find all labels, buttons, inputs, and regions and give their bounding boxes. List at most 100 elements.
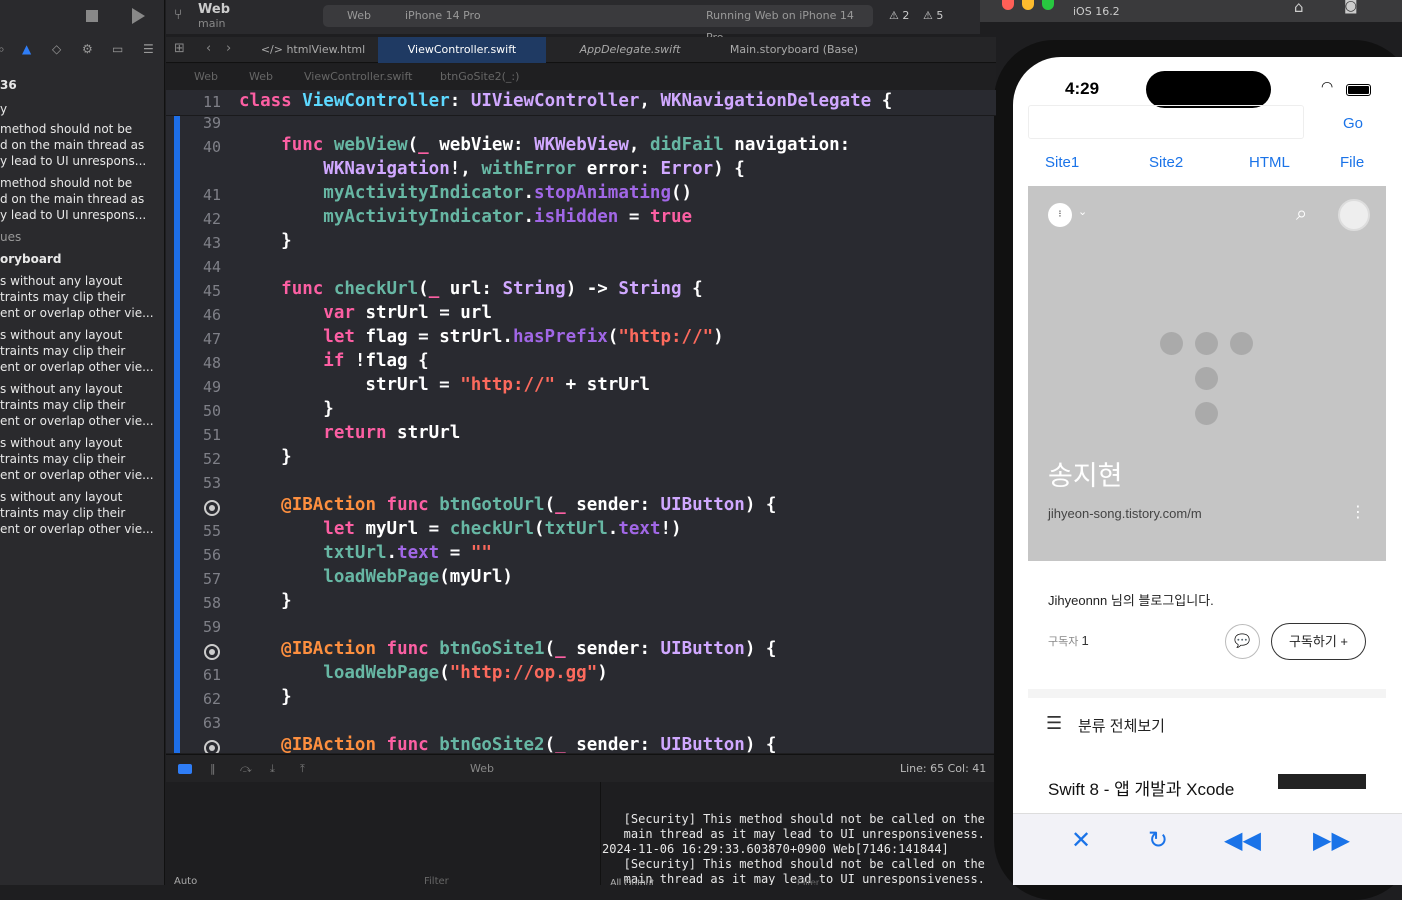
issue-item[interactable]: oryboard: [0, 251, 164, 267]
line-number: 40: [202, 138, 221, 156]
avatar[interactable]: [1338, 199, 1370, 231]
grid-icon[interactable]: ⊞: [174, 41, 185, 56]
step-over-icon[interactable]: ⤼: [240, 755, 252, 783]
tab-htmlview[interactable]: </> htmlView.html: [248, 37, 378, 63]
home-icon[interactable]: ⌂: [1294, 0, 1304, 16]
line-number: 53: [202, 474, 221, 492]
stop-icon[interactable]: ✕: [1071, 826, 1091, 854]
test-icon[interactable]: ◇: [52, 42, 61, 56]
breakpoint-marker[interactable]: [204, 644, 220, 660]
close-button[interactable]: [1002, 0, 1014, 10]
post-thumbnail[interactable]: [1278, 774, 1366, 789]
output-selector[interactable]: All Output: [610, 876, 654, 885]
screenshot-icon[interactable]: ◙: [1344, 0, 1358, 14]
debug-toggle-icon[interactable]: [178, 764, 192, 774]
step-in-icon[interactable]: ⤓: [270, 755, 275, 783]
step-out-icon[interactable]: ⤒: [300, 755, 305, 783]
issue-item[interactable]: y: [0, 101, 164, 117]
dynamic-island: [1146, 71, 1271, 108]
issue-item[interactable]: method should not be d on the main thread…: [0, 175, 164, 223]
scheme-selector[interactable]: Web iPhone 14 Pro Running Web on iPhone …: [323, 5, 873, 44]
breadcrumb-file[interactable]: ViewController.swift: [304, 64, 412, 90]
tab-viewcontroller[interactable]: ViewController.swift: [378, 37, 546, 63]
line-number: 50: [202, 402, 221, 420]
line-number: 41: [202, 186, 221, 204]
breakpoint-marker[interactable]: [204, 740, 220, 753]
comment-icon[interactable]: 💬: [1225, 624, 1260, 659]
issue-text: ent or overlap other vie...: [0, 360, 154, 374]
issue-text: d on the main thread as: [0, 192, 145, 206]
tab-label: </> htmlView.html: [260, 43, 366, 56]
issue-navigator: ⌕ ▲ ◇ ⚙ ▭ ☰ 36 y method should not be d on …: [0, 0, 165, 885]
simulator-titlebar: iOS 16.2 ⌂ ◙: [980, 0, 1402, 22]
run-icon[interactable]: [132, 8, 145, 24]
blog-url[interactable]: jihyeon-song.tistory.com/m: [1048, 506, 1202, 521]
issue-item[interactable]: s without any layout traints may clip the…: [0, 273, 164, 321]
error-count[interactable]: ⚠ 5: [923, 9, 943, 22]
warning-count[interactable]: ⚠ 2: [889, 9, 909, 22]
site2-button[interactable]: Site2: [1149, 154, 1183, 171]
html-button[interactable]: HTML: [1249, 154, 1290, 171]
tab-appdelegate[interactable]: AppDelegate.swift: [546, 37, 714, 63]
line-number: 57: [202, 570, 221, 588]
console-filter[interactable]: Filter: [797, 876, 819, 885]
issue-item[interactable]: s without any layout traints may clip the…: [0, 381, 164, 429]
fast-forward-icon[interactable]: ▶▶: [1313, 826, 1350, 854]
issue-text: ent or overlap other vie...: [0, 522, 154, 536]
issue-text: ues: [0, 230, 22, 244]
search-icon[interactable]: ⌕: [0, 42, 5, 57]
menu-icon[interactable]: ⁝: [1048, 203, 1072, 227]
line-number: 51: [202, 426, 221, 444]
scheme-target[interactable]: Web: [347, 5, 371, 27]
zoom-button[interactable]: [1042, 0, 1054, 10]
forward-icon[interactable]: ›: [226, 41, 231, 56]
report-icon[interactable]: ☰: [143, 42, 154, 56]
auto-selector[interactable]: Auto: [174, 876, 197, 887]
tab-storyboard[interactable]: Main.storyboard (Base): [714, 37, 874, 63]
search-icon[interactable]: ⌕: [1296, 201, 1307, 225]
code-line: }: [239, 399, 334, 419]
issue-text: ent or overlap other vie...: [0, 468, 154, 482]
line-number: 55: [202, 522, 221, 540]
category-link[interactable]: 분류 전체보기: [1078, 715, 1165, 736]
warning-count-value: 2: [902, 9, 910, 22]
breakpoint-icon[interactable]: ▭: [112, 42, 123, 56]
issue-item[interactable]: method should not be d on the main thread…: [0, 121, 164, 169]
breakpoint-marker[interactable]: [204, 500, 220, 516]
code-line: myActivityIndicator.isHidden = true: [323, 207, 693, 227]
url-input[interactable]: [1028, 105, 1304, 139]
subscribe-button[interactable]: 구독하기 +: [1271, 623, 1366, 660]
variables-view: Auto Filter: [166, 782, 601, 887]
more-icon[interactable]: ⋮: [1350, 502, 1366, 521]
battery-icon: [1346, 84, 1371, 96]
issue-item[interactable]: ues: [0, 229, 164, 245]
post-title[interactable]: Swift 8 - 앱 개발과 Xcode: [1048, 775, 1234, 800]
variables-filter[interactable]: Filter: [424, 876, 449, 887]
code-line: @IBAction func btnGoSite2(_ sender: UIBu…: [281, 735, 777, 753]
back-icon[interactable]: ‹: [206, 41, 211, 56]
breadcrumb-project[interactable]: Web: [194, 64, 218, 90]
code-line: myActivityIndicator.stopAnimating(): [323, 183, 693, 203]
breadcrumb-symbol[interactable]: btnGoSite2(_:): [440, 64, 519, 90]
issue-item[interactable]: s without any layout traints may clip the…: [0, 327, 164, 375]
go-button[interactable]: Go: [1343, 115, 1363, 132]
code-editor[interactable]: 11 class ViewController: UIViewController…: [166, 90, 996, 753]
code-line: if !flag {: [323, 351, 429, 371]
issue-item[interactable]: 36: [0, 77, 164, 93]
issue-item[interactable]: s without any layout traints may clip the…: [0, 435, 164, 483]
issue-item[interactable]: s without any layout traints may clip the…: [0, 489, 164, 537]
refresh-icon[interactable]: ↻: [1148, 826, 1168, 854]
minimize-button[interactable]: [1022, 0, 1034, 10]
scheme-device[interactable]: iPhone 14 Pro: [405, 5, 481, 27]
chevron-down-icon[interactable]: ⌄: [1078, 205, 1087, 218]
code-line: txtUrl.text = "": [323, 543, 492, 563]
pause-icon[interactable]: ‖: [210, 755, 216, 783]
file-button[interactable]: File: [1340, 154, 1364, 171]
stop-icon[interactable]: [86, 10, 98, 22]
code-line: func checkUrl(_ url: String) -> String {: [281, 279, 703, 299]
warning-icon[interactable]: ▲: [22, 42, 31, 56]
breadcrumb-folder[interactable]: Web: [249, 64, 273, 90]
rewind-icon[interactable]: ◀◀: [1224, 826, 1261, 854]
debug-icon[interactable]: ⚙: [82, 42, 93, 56]
site1-button[interactable]: Site1: [1045, 154, 1079, 171]
